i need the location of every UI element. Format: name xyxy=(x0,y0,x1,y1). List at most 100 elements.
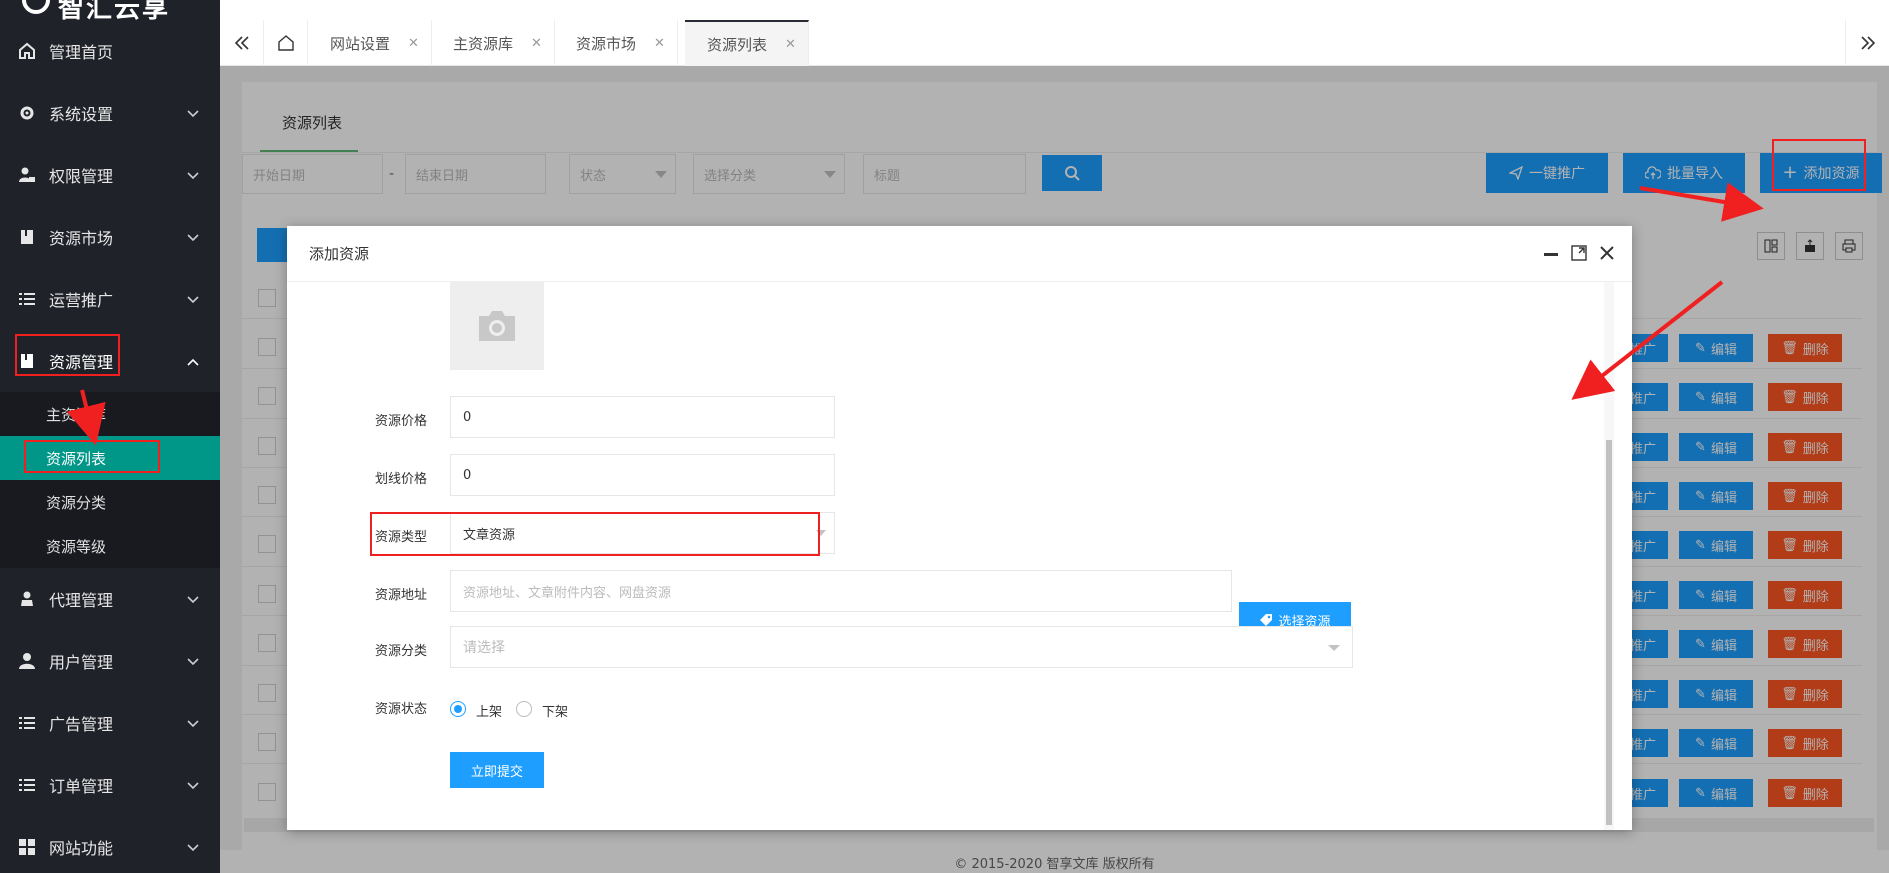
chevron-down-icon xyxy=(187,172,199,180)
resource-type-label: 资源类型 xyxy=(374,530,427,545)
chevron-down-icon xyxy=(187,110,199,118)
resource-status-label: 资源状态 xyxy=(374,702,427,717)
sidebar-item-label: 运营推广 xyxy=(49,291,114,310)
price-label: 资源价格 xyxy=(374,414,427,429)
sidebar-sub-resource-level[interactable]: 资源等级 xyxy=(0,524,220,568)
top-header xyxy=(220,0,1889,20)
user-icon xyxy=(19,653,35,669)
resource-address-label: 资源地址 xyxy=(374,588,427,603)
sidebar-item-label: 用户管理 xyxy=(49,653,114,672)
sidebar-item-label: 权限管理 xyxy=(49,167,114,186)
gear-icon xyxy=(20,106,34,120)
sidebar-sub-main-library[interactable]: 主资源库 xyxy=(0,392,220,436)
sidebar-submenu: 主资源库 资源列表 资源分类 资源等级 xyxy=(0,392,220,568)
sidebar-item-label: 代理管理 xyxy=(49,591,114,610)
sidebar-item-permission[interactable]: 权限管理 xyxy=(0,144,220,206)
submit-button[interactable]: 立即提交 xyxy=(450,752,544,788)
tab-resource-market[interactable]: 资源市场 ✕ xyxy=(554,20,678,66)
user-lock-icon xyxy=(19,167,35,182)
modal-scrollbar[interactable] xyxy=(1604,282,1614,830)
sidebar-item-user[interactable]: 用户管理 xyxy=(0,630,220,692)
strike-price-label: 划线价格 xyxy=(374,472,427,487)
double-chevron-right-icon xyxy=(1860,36,1875,50)
list-icon xyxy=(19,779,35,791)
tab-resource-list[interactable]: 资源列表 ✕ xyxy=(685,20,809,66)
sidebar-sub-resource-list[interactable]: 资源列表 xyxy=(0,436,220,480)
chevron-down-icon xyxy=(187,658,199,666)
resource-type-select[interactable]: 文章资源 xyxy=(450,512,835,554)
status-off-label[interactable]: 下架 xyxy=(542,701,568,720)
sidebar-item-label: 管理首页 xyxy=(49,43,114,62)
sidebar-item-label: 网站功能 xyxy=(49,839,114,858)
sidebar-item-orders[interactable]: 订单管理 xyxy=(0,754,220,816)
modal-title: 添加资源 xyxy=(309,245,370,263)
tab-label: 网站设置 xyxy=(330,34,391,53)
sidebar-sub-resource-category[interactable]: 资源分类 xyxy=(0,480,220,524)
tab-close-icon[interactable]: ✕ xyxy=(785,37,796,52)
resource-category-label: 资源分类 xyxy=(374,644,427,659)
sidebar-item-resource[interactable]: 资源管理 xyxy=(0,330,220,392)
sidebar-item-label: 广告管理 xyxy=(49,715,114,734)
home-icon xyxy=(19,42,35,59)
sidebar-item-home[interactable]: 管理首页 xyxy=(0,20,220,82)
sidebar-item-agent[interactable]: 代理管理 xyxy=(0,568,220,630)
chevron-down-icon xyxy=(187,782,199,790)
logo-mark-icon xyxy=(22,0,50,14)
caret-down-icon xyxy=(1328,645,1340,651)
resource-category-select[interactable]: 请选择 xyxy=(450,626,1353,668)
list-icon xyxy=(19,717,35,729)
sidebar-item-system[interactable]: 系统设置 xyxy=(0,82,220,144)
tag-icon xyxy=(1260,614,1273,626)
double-chevron-left-icon xyxy=(234,36,249,50)
close-icon[interactable] xyxy=(1598,244,1616,262)
sidebar-item-label: 系统设置 xyxy=(49,105,114,124)
sidebar-item-label: 资源市场 xyxy=(49,229,114,248)
camera-icon xyxy=(479,311,515,341)
chevron-down-icon xyxy=(187,844,199,852)
tab-site-settings[interactable]: 网站设置 ✕ xyxy=(308,20,432,66)
tab-label: 资源列表 xyxy=(707,35,768,54)
list-icon xyxy=(19,293,35,305)
price-input[interactable]: 0 xyxy=(450,396,835,438)
caret-down-icon xyxy=(816,530,826,536)
agent-icon xyxy=(21,591,33,606)
modal-header: 添加资源 xyxy=(287,226,1632,282)
tab-close-icon[interactable]: ✕ xyxy=(531,36,542,51)
tab-label: 主资源库 xyxy=(453,34,514,53)
sidebar: 智汇云享 管理首页 系统设置 权限管理 资源市场 运营推广 资源管理 主资源库 … xyxy=(0,0,220,873)
book-icon xyxy=(21,354,33,368)
sidebar-item-ads[interactable]: 广告管理 xyxy=(0,692,220,754)
sidebar-item-label: 订单管理 xyxy=(49,777,114,796)
sidebar-item-market[interactable]: 资源市场 xyxy=(0,206,220,268)
strike-price-input[interactable]: 0 xyxy=(450,454,835,496)
minimize-icon[interactable] xyxy=(1542,244,1560,262)
resource-type-value: 文章资源 xyxy=(463,527,516,543)
home-icon xyxy=(277,35,294,51)
thumbnail-upload[interactable] xyxy=(450,282,544,370)
maximize-icon[interactable] xyxy=(1570,244,1588,262)
chevron-down-icon xyxy=(187,296,199,304)
modal-scrollbar-thumb[interactable] xyxy=(1606,440,1612,825)
tab-close-icon[interactable]: ✕ xyxy=(654,36,665,51)
grid-icon xyxy=(19,839,35,855)
tab-close-icon[interactable]: ✕ xyxy=(408,36,419,51)
chevron-down-icon xyxy=(187,596,199,604)
book-icon xyxy=(21,230,33,244)
tab-main-library[interactable]: 主资源库 ✕ xyxy=(431,20,555,66)
sidebar-item-site-functions[interactable]: 网站功能 xyxy=(0,816,220,873)
tab-scroll-left-button[interactable] xyxy=(220,20,264,66)
resource-address-input[interactable]: 资源地址、文章附件内容、网盘资源 xyxy=(450,570,1232,612)
status-on-label[interactable]: 上架 xyxy=(476,701,502,720)
sidebar-item-operation[interactable]: 运营推广 xyxy=(0,268,220,330)
logo: 智汇云享 xyxy=(0,0,220,24)
tab-bar: 网站设置 ✕ 主资源库 ✕ 资源市场 ✕ 资源列表 ✕ xyxy=(220,20,1889,66)
modal-body: 资源价格 0 划线价格 0 资源类型 文章资源 资源地址 资源地址、文章附件内容… xyxy=(287,282,1632,830)
chevron-up-icon xyxy=(187,358,199,366)
tab-label: 资源市场 xyxy=(576,34,637,53)
add-resource-modal: 添加资源 资源价格 0 划线价格 0 资源类型 文章资源 资源地址 资源地址、文… xyxy=(287,226,1632,830)
status-off-radio[interactable] xyxy=(516,701,532,717)
tab-scroll-right-button[interactable] xyxy=(1845,20,1889,66)
chevron-down-icon xyxy=(187,234,199,242)
tab-home-button[interactable] xyxy=(264,20,308,66)
status-on-radio[interactable] xyxy=(450,701,466,717)
